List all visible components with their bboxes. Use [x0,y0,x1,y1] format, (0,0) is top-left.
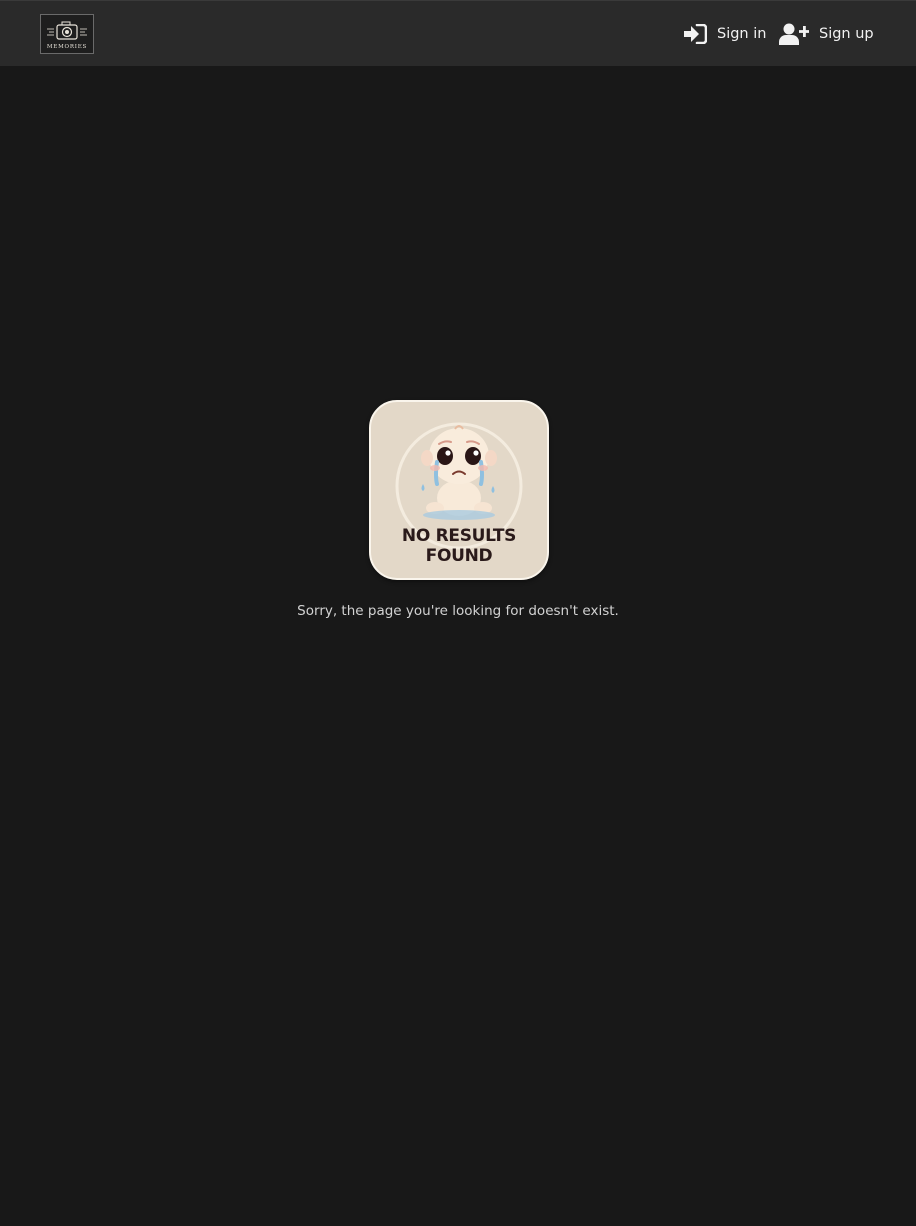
sign-in-icon [683,24,707,44]
not-found-message: Sorry, the page you're looking for doesn… [297,603,619,619]
sign-in-label: Sign in [717,26,767,42]
sign-up-label: Sign up [819,26,874,42]
no-results-line1: NO RESULTS [401,526,517,546]
user-plus-icon [779,23,809,45]
sign-up-link[interactable]: Sign up [779,20,874,48]
main-content: NO RESULTS FOUND Sorry, the page you're … [0,66,916,1226]
memories-logo[interactable]: MEMORIES [40,14,94,54]
no-results-illustration: NO RESULTS FOUND [369,400,549,580]
top-navbar: MEMORIES Sign in Sign up [0,0,916,66]
logo-text: MEMORIES [46,43,88,50]
sign-in-link[interactable]: Sign in [683,20,766,48]
no-results-line2: FOUND [425,546,493,566]
